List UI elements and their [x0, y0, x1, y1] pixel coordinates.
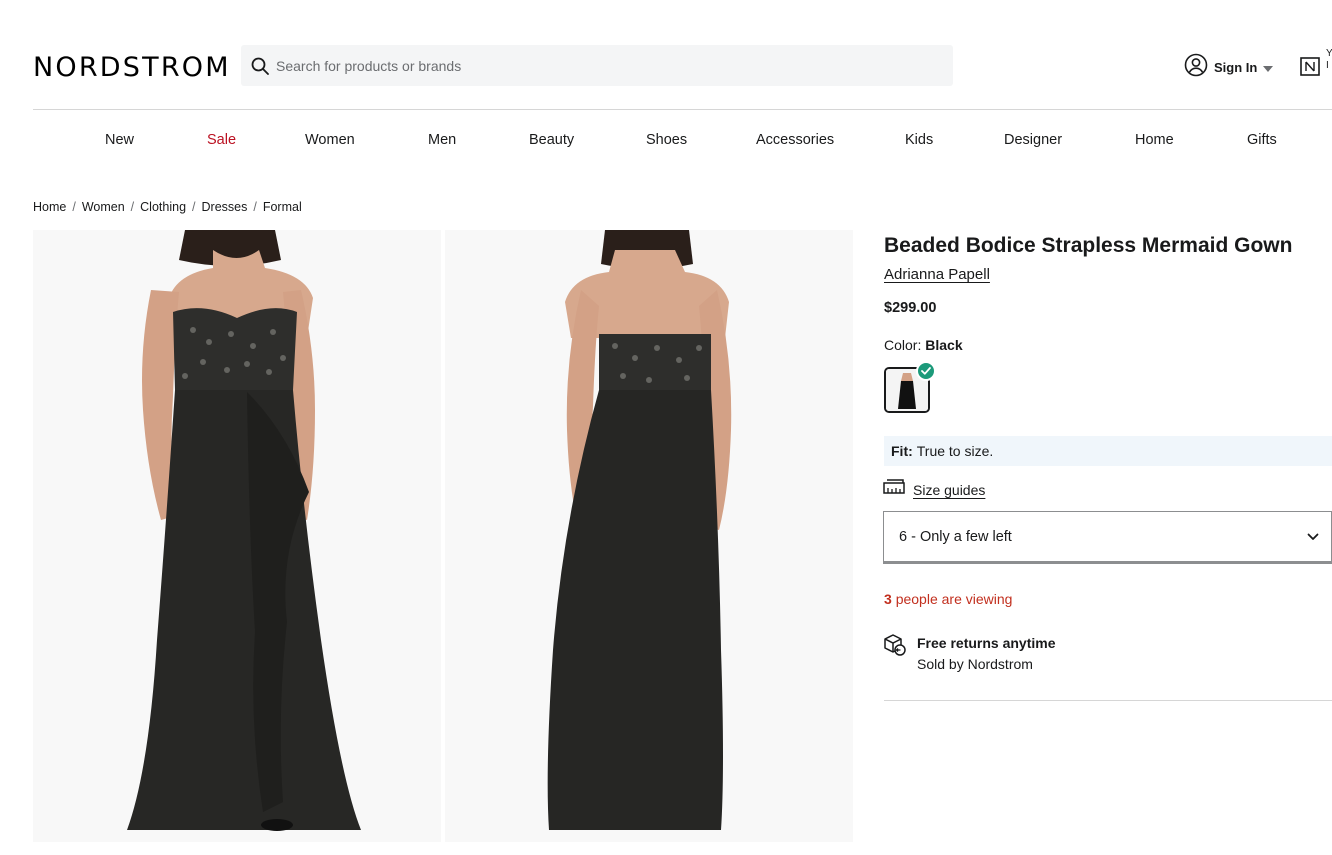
breadcrumb-separator: / [253, 200, 257, 214]
size-select[interactable]: 6 - Only a few left [883, 511, 1332, 564]
header-divider [33, 109, 1332, 110]
viewing-number: 3 [884, 591, 892, 607]
breadcrumb-home[interactable]: Home [33, 200, 66, 214]
sign-in-button[interactable]: Sign In [1184, 53, 1274, 82]
returns-info: Free returns anytime Sold by Nordstrom [882, 633, 1056, 675]
nav-item-gifts[interactable]: Gifts [1247, 132, 1277, 148]
breadcrumb-dresses[interactable]: Dresses [202, 200, 248, 214]
breadcrumb-separator: / [192, 200, 196, 214]
breadcrumb: Home / Women / Clothing / Dresses / Form… [33, 200, 302, 214]
nav-item-accessories[interactable]: Accessories [756, 132, 834, 148]
selected-check-icon [916, 361, 936, 381]
breadcrumb-women[interactable]: Women [82, 200, 125, 214]
nav-item-shoes[interactable]: Shoes [646, 132, 687, 148]
search-input[interactable]: Search for products or brands [241, 45, 953, 86]
main-nav: New Sale Women Men Beauty Shoes Accessor… [0, 132, 1332, 152]
viewing-text: people are viewing [895, 591, 1013, 607]
fit-banner: Fit: True to size. [884, 436, 1332, 466]
nav-item-kids[interactable]: Kids [905, 132, 933, 148]
chevron-down-icon [1307, 528, 1319, 546]
size-guides-link[interactable]: Size guides [883, 479, 985, 500]
returns-box-icon [882, 633, 907, 675]
size-guides-label: Size guides [913, 481, 986, 498]
nav-item-new[interactable]: New [105, 132, 134, 148]
caret-down-icon [1263, 59, 1274, 77]
fit-label: Fit: [891, 443, 913, 459]
info-divider [884, 700, 1332, 701]
fit-value: True to size. [916, 443, 994, 459]
color-value: Black [925, 337, 963, 353]
search-placeholder: Search for products or brands [276, 57, 462, 74]
bag-count-clipped: YI [1326, 48, 1332, 71]
returns-title: Free returns anytime [917, 635, 1056, 651]
viewing-count: 3 people are viewing [884, 591, 1012, 607]
sign-in-label: Sign In [1214, 60, 1258, 75]
nav-item-beauty[interactable]: Beauty [529, 132, 574, 148]
color-label-text: Color: [884, 337, 922, 353]
brand-link[interactable]: Adrianna Papell [884, 266, 990, 283]
breadcrumb-separator: / [72, 200, 76, 214]
bag-icon[interactable] [1299, 55, 1321, 77]
sold-by: Sold by Nordstrom [917, 656, 1033, 672]
breadcrumb-clothing[interactable]: Clothing [140, 200, 186, 214]
breadcrumb-formal[interactable]: Formal [263, 200, 302, 214]
nav-item-designer[interactable]: Designer [1004, 132, 1062, 148]
product-image-front[interactable] [33, 230, 441, 842]
nav-item-men[interactable]: Men [428, 132, 456, 148]
product-title: Beaded Bodice Strapless Mermaid Gown [884, 234, 1293, 257]
search-icon [250, 56, 270, 76]
ruler-icon [883, 479, 906, 500]
product-image-back[interactable] [445, 230, 853, 842]
nav-item-home[interactable]: Home [1135, 132, 1174, 148]
size-select-value: 6 - Only a few left [899, 528, 1012, 545]
nav-item-sale[interactable]: Sale [207, 132, 236, 148]
breadcrumb-separator: / [130, 200, 135, 214]
color-label: Color: Black [884, 337, 963, 353]
nav-item-women[interactable]: Women [305, 132, 355, 148]
nordstrom-logo[interactable]: NORDSTROM [33, 52, 231, 84]
account-icon [1184, 53, 1208, 82]
product-price: $299.00 [884, 300, 937, 316]
